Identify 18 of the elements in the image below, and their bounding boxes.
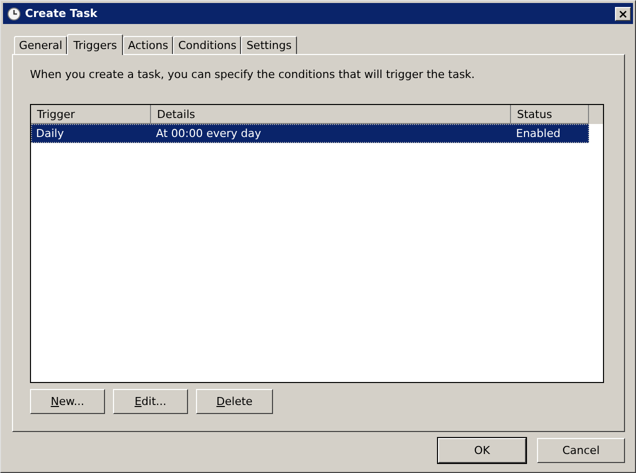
close-button[interactable]: × bbox=[615, 6, 631, 20]
description-text: When you create a task, you can specify the conditions that will trigger the task. bbox=[30, 68, 476, 81]
tab[interactable]: Actions bbox=[123, 36, 174, 54]
table-cell-text: Enabled bbox=[515, 127, 562, 140]
action-button[interactable]: New... bbox=[30, 389, 105, 414]
tab[interactable]: Conditions bbox=[173, 36, 242, 54]
action-button[interactable]: Edit... bbox=[113, 389, 188, 414]
table-row[interactable]: Daily At 00:00 every day Enabled bbox=[31, 124, 589, 143]
table-cell-text: Daily bbox=[35, 127, 65, 140]
table-cell-text: At 00:00 every day bbox=[155, 127, 262, 140]
dialog-button[interactable]: Cancel bbox=[537, 438, 625, 463]
window-title: Create Task bbox=[25, 7, 98, 20]
tab[interactable]: Settings bbox=[241, 36, 297, 54]
dialog-button[interactable]: OK bbox=[438, 438, 526, 463]
clock-icon bbox=[7, 6, 21, 20]
action-button[interactable]: Delete bbox=[196, 389, 273, 414]
tab[interactable]: General bbox=[14, 36, 68, 54]
tab[interactable]: Triggers bbox=[67, 34, 124, 55]
